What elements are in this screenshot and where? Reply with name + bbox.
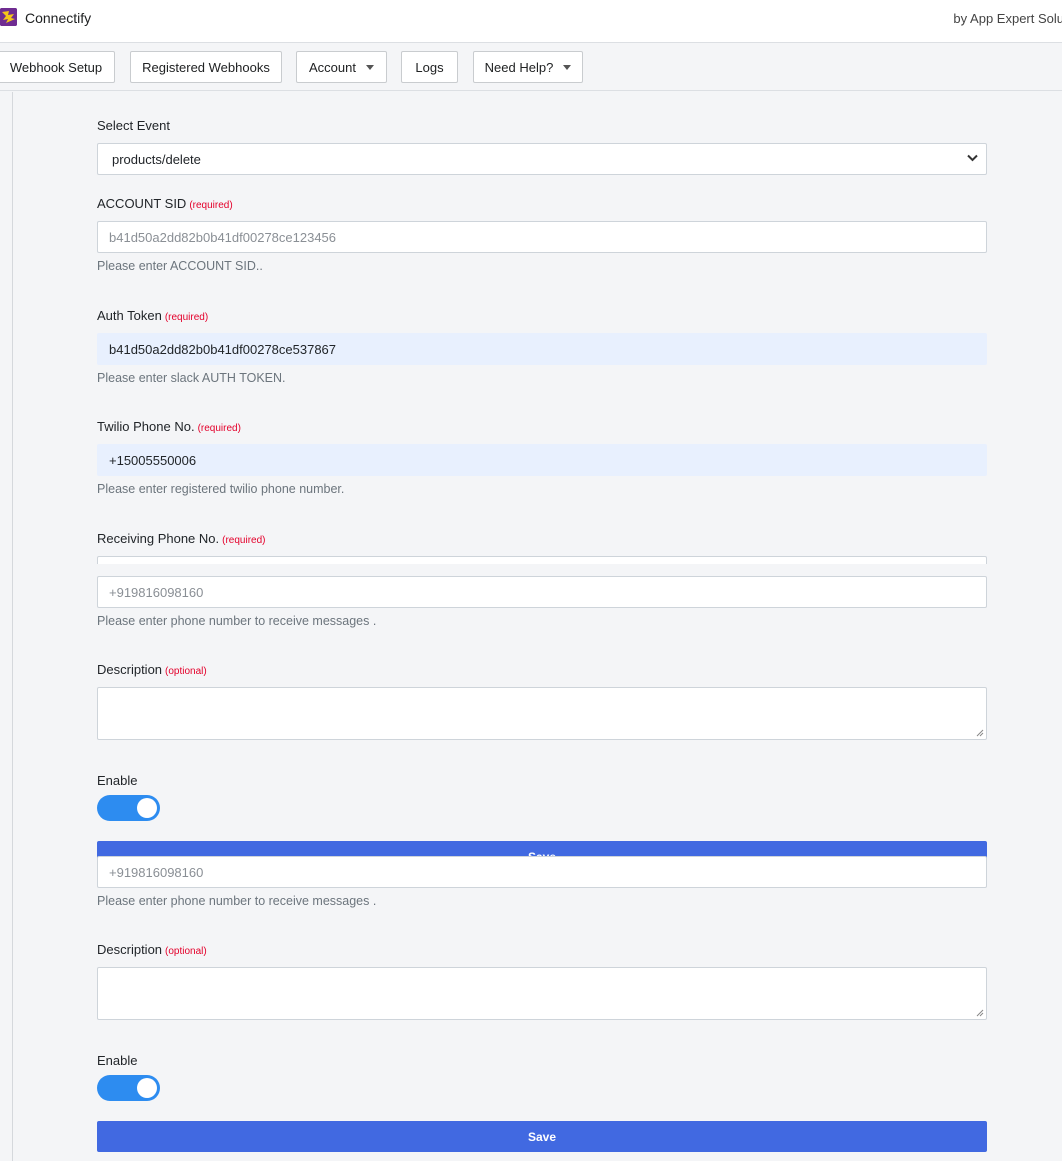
save-button[interactable]: Save xyxy=(97,1121,987,1152)
required-tag: (required) xyxy=(189,200,233,211)
account-sid-help: Please enter ACCOUNT SID.. xyxy=(97,259,263,273)
account-sid-label-text: ACCOUNT SID xyxy=(97,196,187,211)
receiving-phone-help: Please enter phone number to receive mes… xyxy=(97,614,377,628)
developer-byline: by App Expert Solu xyxy=(953,11,1062,26)
required-tag: (required) xyxy=(197,423,241,434)
receiving-phone-placeholder: +919816098160 xyxy=(109,584,204,600)
registered-webhooks-button[interactable]: Registered Webhooks xyxy=(130,51,282,83)
resize-grip-icon[interactable] xyxy=(976,1009,984,1017)
description-textarea[interactable] xyxy=(97,687,987,740)
account-dropdown-button[interactable]: Account xyxy=(296,51,387,83)
webhook-setup-button[interactable]: Webhook Setup xyxy=(0,51,115,83)
need-help-dropdown-button[interactable]: Need Help? xyxy=(473,51,583,83)
account-sid-placeholder: b41d50a2dd82b0b41df00278ce123456 xyxy=(109,229,337,245)
event-select-value: products/delete xyxy=(112,151,201,167)
enable-toggle[interactable] xyxy=(97,1075,160,1101)
description-label-text: Description xyxy=(97,662,163,677)
twilio-phone-help: Please enter registered twilio phone num… xyxy=(97,482,345,496)
registered-webhooks-label: Registered Webhooks xyxy=(142,59,270,75)
required-tag: (required) xyxy=(164,312,209,323)
webhook-setup-label: Webhook Setup xyxy=(9,59,103,75)
required-tag: (required) xyxy=(222,535,266,546)
auth-token-label: Auth Token (required) xyxy=(97,308,208,323)
enable-label: Enable xyxy=(97,1053,138,1068)
content-divider xyxy=(12,92,13,1161)
connectify-logo-icon xyxy=(0,8,17,26)
resize-grip-icon[interactable] xyxy=(976,729,984,737)
auth-token-value: b41d50a2dd82b0b41df00278ce537867 xyxy=(109,341,337,357)
optional-tag: (optional) xyxy=(165,666,207,677)
twilio-phone-input[interactable]: +15005550006 xyxy=(97,444,987,476)
logs-label: Logs xyxy=(415,59,444,75)
account-sid-label: ACCOUNT SID (required) xyxy=(97,196,233,211)
app-header: Connectify by App Expert Solu xyxy=(0,0,1062,43)
twilio-phone-label-text: Twilio Phone No. xyxy=(97,419,195,434)
auth-token-label-text: Auth Token xyxy=(97,308,162,323)
caret-down-icon xyxy=(563,64,572,70)
receiving-phone-help: Please enter phone number to receive mes… xyxy=(97,894,377,908)
auth-token-input[interactable]: b41d50a2dd82b0b41df00278ce537867 xyxy=(97,333,987,365)
chevron-down-icon xyxy=(967,154,978,162)
logs-button[interactable]: Logs xyxy=(401,51,458,83)
auth-token-help: Please enter slack AUTH TOKEN. xyxy=(97,371,286,385)
receiving-phone-placeholder: +919816098160 xyxy=(109,864,204,880)
receiving-phone-input[interactable]: +919816098160 xyxy=(97,576,987,608)
caret-down-icon xyxy=(365,64,374,70)
description-label: Description (optional) xyxy=(97,662,207,677)
description-textarea[interactable] xyxy=(97,967,987,1020)
twilio-phone-value: +15005550006 xyxy=(109,452,197,468)
receiving-phone-label-text: Receiving Phone No. xyxy=(97,531,220,546)
nav-bar: Webhook Setup Registered Webhooks Accoun… xyxy=(0,44,1062,91)
receiving-phone-label: Receiving Phone No. (required) xyxy=(97,531,266,546)
need-help-label: Need Help? xyxy=(484,59,554,75)
app-title: Connectify xyxy=(25,10,92,26)
event-select[interactable]: products/delete xyxy=(97,143,987,175)
optional-tag: (optional) xyxy=(165,946,207,957)
description-label-text: Description xyxy=(97,942,163,957)
description-label: Description (optional) xyxy=(97,942,207,957)
account-sid-input[interactable]: b41d50a2dd82b0b41df00278ce123456 xyxy=(97,221,987,253)
enable-label: Enable xyxy=(97,773,138,788)
twilio-phone-label: Twilio Phone No. (required) xyxy=(97,419,241,434)
toggle-knob xyxy=(137,798,157,818)
select-event-label: Select Event xyxy=(97,118,170,133)
clipped-field-fragment xyxy=(97,556,987,564)
enable-toggle[interactable] xyxy=(97,795,160,821)
save-label: Save xyxy=(527,1129,557,1144)
account-label: Account xyxy=(309,59,356,75)
receiving-phone-input[interactable]: +919816098160 xyxy=(97,856,987,888)
toggle-knob xyxy=(137,1078,157,1098)
